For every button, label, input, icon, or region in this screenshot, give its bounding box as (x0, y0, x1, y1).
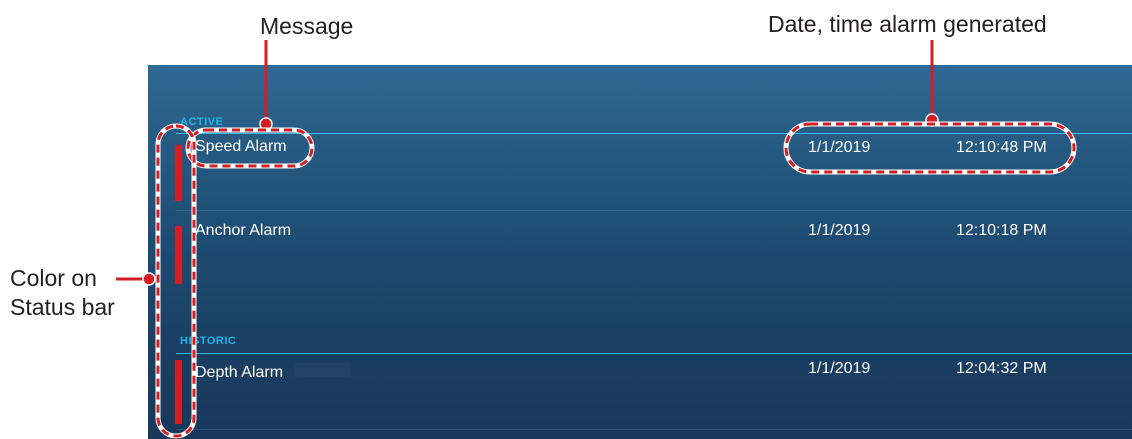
callout-outline-date-time-halo (783, 121, 1077, 175)
callout-outline-message (186, 128, 314, 168)
callout-outline-status-bar (156, 124, 196, 438)
callout-annotations (116, 40, 1077, 439)
callout-outline-date-time (784, 122, 1076, 174)
callout-dot-status-bar (142, 272, 156, 286)
callout-outline-message-halo (185, 127, 315, 169)
callout-outline-status-bar-halo (155, 123, 197, 439)
